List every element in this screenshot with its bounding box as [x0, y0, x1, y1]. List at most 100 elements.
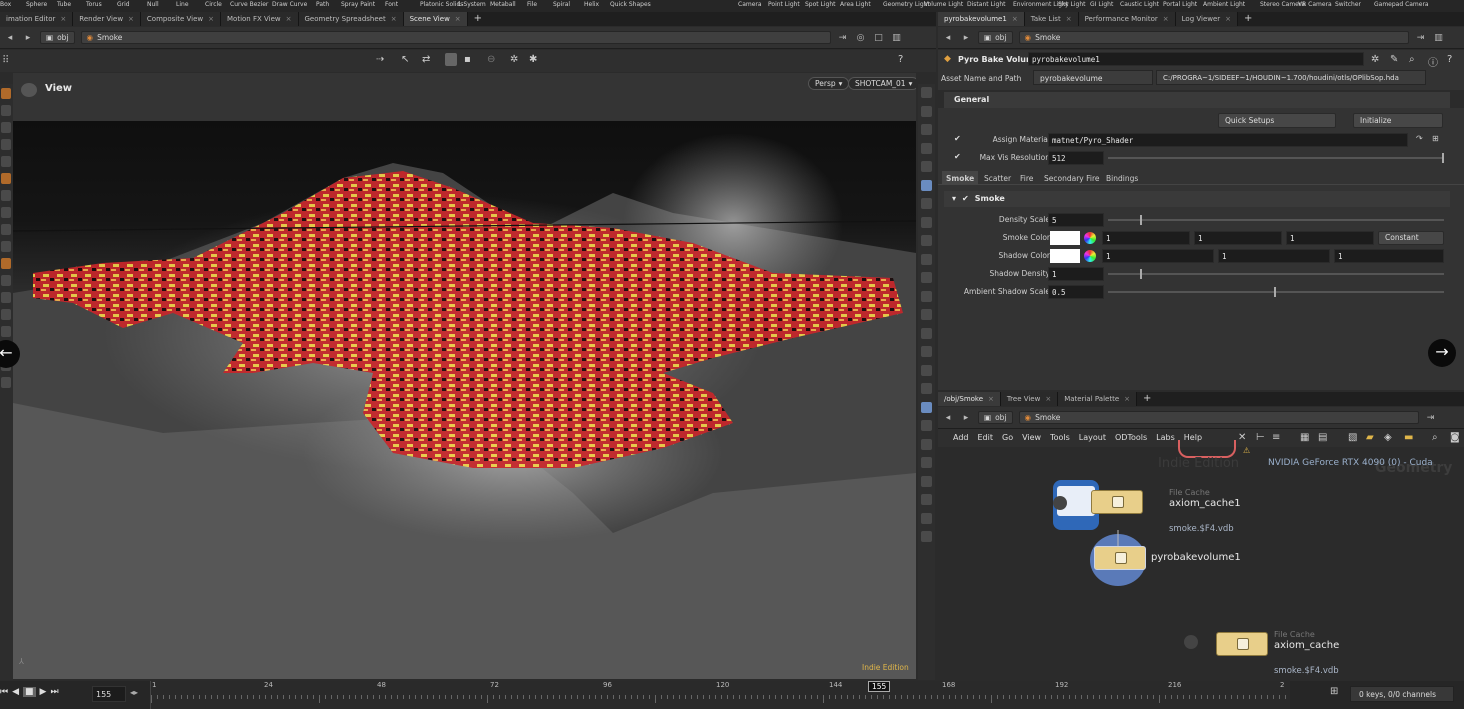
tool-icon[interactable] — [1, 292, 11, 303]
tool-display-icon[interactable] — [445, 53, 457, 66]
checkbox-icon[interactable]: ✔ — [962, 194, 969, 204]
close-icon[interactable]: × — [1163, 15, 1169, 26]
play-back-icon[interactable]: ◀ — [12, 687, 19, 697]
display-option-icon[interactable] — [921, 272, 932, 283]
tool-icon[interactable] — [1, 258, 11, 269]
tool-icon[interactable] — [1, 190, 11, 201]
timeline-track[interactable]: 1 24 48 72 96 120 144 168 192 216 2 — [150, 681, 1290, 709]
close-icon[interactable]: × — [988, 395, 994, 406]
shelf-tool[interactable]: Spray Paint — [341, 1, 375, 8]
max-vis-field[interactable]: 512 — [1048, 151, 1104, 165]
density-slider[interactable] — [1108, 215, 1444, 225]
grid-handle-icon[interactable]: ⠿ — [2, 55, 9, 66]
shelf-tool[interactable]: VR Camera — [1298, 1, 1332, 8]
close-icon[interactable]: × — [1012, 15, 1018, 26]
close-icon[interactable]: × — [128, 15, 134, 26]
asset-path-field[interactable]: C:/PROGRA~1/SIDEEF~1/HOUDIN~1.700/houdin… — [1156, 70, 1426, 85]
shelf-tool[interactable]: L-System — [458, 1, 486, 8]
shelf-tool[interactable]: Camera — [738, 1, 762, 8]
breadcrumb-node[interactable]: ◉ Smoke — [1018, 31, 1409, 44]
add-tab-icon[interactable]: + — [1238, 12, 1258, 26]
pin-icon[interactable]: ⇥ — [1415, 32, 1427, 44]
display-option-icon[interactable] — [921, 531, 932, 542]
forward-icon[interactable]: ▸ — [960, 32, 972, 44]
display-option-icon[interactable] — [921, 327, 932, 339]
shelf-tool[interactable]: Path — [316, 1, 329, 8]
menu-item[interactable]: View — [1022, 433, 1041, 442]
tab[interactable]: Tree View × — [1000, 392, 1059, 406]
tool-icon[interactable] — [1, 105, 11, 116]
checkbox-icon[interactable]: ✔ — [954, 134, 961, 143]
shelf-tool[interactable]: Caustic Light — [1120, 1, 1159, 8]
tab[interactable]: Scene View × — [403, 12, 468, 26]
keys-channels-status[interactable]: 0 keys, 0/0 channels — [1350, 686, 1454, 702]
shelf-tool[interactable]: Geometry Light — [883, 1, 930, 8]
breadcrumb-node[interactable]: ◉ Smoke — [1018, 411, 1419, 424]
ambient-shadow-knob[interactable] — [1274, 287, 1276, 297]
quick-setups-dropdown[interactable]: Quick Setups — [1218, 113, 1336, 128]
back-icon[interactable]: ◂ — [942, 412, 954, 424]
color-wheel-icon[interactable] — [1084, 232, 1096, 244]
close-icon[interactable]: × — [1045, 395, 1051, 406]
tool-icon[interactable] — [1, 88, 11, 99]
display-option-icon[interactable] — [921, 309, 932, 320]
help-icon[interactable]: ? — [1447, 54, 1452, 65]
camera-icon[interactable]: ◙ — [1450, 432, 1460, 443]
shelf-tool[interactable]: Box — [0, 1, 11, 8]
note-icon[interactable]: ▰ — [1366, 432, 1374, 443]
stop-icon[interactable]: ■ — [23, 687, 36, 697]
tool-arrow-icon[interactable]: ↖ — [401, 54, 409, 65]
key-icon[interactable]: ⊞ — [1330, 686, 1338, 697]
breadcrumb-network[interactable]: ▣ obj — [40, 31, 75, 44]
tool-icon[interactable] — [1, 309, 11, 320]
shelf-tool[interactable]: Distant Light — [967, 1, 1005, 8]
shelf-tool[interactable]: File — [527, 1, 537, 8]
info-icon[interactable]: ⓘ — [1428, 54, 1438, 69]
display-option-icon[interactable] — [921, 87, 932, 98]
tool-icon[interactable] — [1, 139, 11, 150]
maximize-icon[interactable]: □ — [873, 32, 885, 44]
tool-gear-icon[interactable]: ✲ — [510, 54, 518, 65]
gear-icon[interactable]: ✲ — [1371, 54, 1379, 65]
tab[interactable]: Log Viewer × — [1175, 12, 1239, 26]
display-option-icon[interactable] — [921, 179, 932, 191]
tool-square-icon[interactable]: ▪ — [464, 54, 471, 65]
smoke-color-g[interactable]: 1 — [1194, 231, 1282, 245]
pin-icon[interactable]: ⇥ — [1425, 412, 1437, 424]
shelf-tool[interactable]: Grid — [117, 1, 130, 8]
pin-icon[interactable]: ⇥ — [837, 32, 849, 44]
add-tab-icon[interactable]: + — [468, 12, 488, 26]
grid-icon[interactable]: ▦ — [1300, 432, 1309, 443]
close-icon[interactable]: × — [1225, 15, 1231, 26]
breadcrumb-network[interactable]: ▣ obj — [978, 411, 1013, 424]
split-icon[interactable]: ▥ — [1433, 32, 1445, 44]
display-option-icon[interactable] — [921, 364, 932, 376]
add-tab-icon[interactable]: + — [1137, 392, 1157, 406]
param-tab[interactable]: Smoke — [942, 171, 979, 185]
nav-next-arrow-icon[interactable]: → — [1428, 339, 1456, 367]
color-wheel-icon[interactable] — [1084, 250, 1096, 262]
tool-select-icon[interactable]: ⇢ — [376, 54, 384, 65]
tool-icon[interactable] — [1, 377, 11, 388]
shelf-tool[interactable]: Font — [385, 1, 398, 8]
shelf-tool[interactable]: Draw Curve — [272, 1, 307, 8]
display-option-icon[interactable] — [921, 198, 932, 209]
menu-item[interactable]: Add — [953, 433, 969, 442]
camera-mode-dropdown[interactable]: Persp ▾ — [808, 77, 850, 90]
search-icon[interactable]: ⌕ — [1409, 54, 1415, 65]
shadow-density-slider[interactable] — [1108, 269, 1444, 279]
shelf-tool[interactable]: GI Light — [1090, 1, 1113, 8]
shelf-tool[interactable]: Helix — [584, 1, 599, 8]
step-icon[interactable]: ◂▸ — [130, 688, 138, 697]
collapse-icon[interactable]: ▾ — [952, 194, 956, 204]
shelf-tool[interactable]: Switcher — [1335, 1, 1361, 8]
shelf-tool[interactable]: Null — [147, 1, 159, 8]
link-icon[interactable]: ◎ — [855, 32, 867, 44]
tree-icon[interactable]: ⊢ — [1256, 432, 1265, 443]
tool-icon[interactable] — [1, 156, 11, 167]
menu-item[interactable]: Edit — [978, 433, 994, 442]
ambient-shadow-field[interactable]: 0.5 — [1048, 285, 1104, 299]
table-icon[interactable]: ▤ — [1318, 432, 1327, 443]
tool-icon[interactable] — [1, 224, 11, 235]
frame-field[interactable]: 155 — [92, 686, 126, 702]
